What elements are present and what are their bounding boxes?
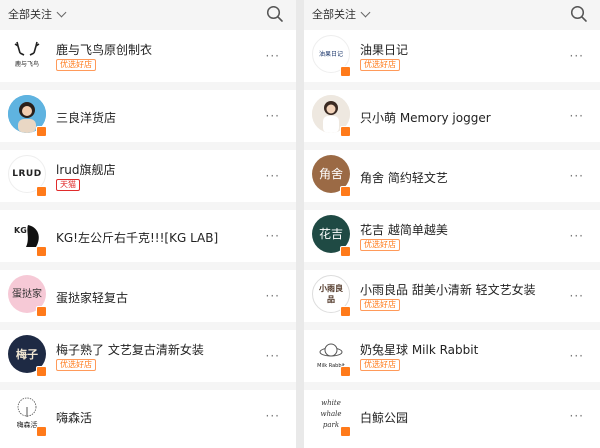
chevron-down-icon xyxy=(56,7,67,17)
shop-name[interactable]: 花吉 越简单越美 xyxy=(360,221,448,238)
shop-row[interactable]: 鹿与飞鸟 鹿与飞鸟原创制衣 优选好店 ··· xyxy=(0,30,296,82)
svg-text:KG: KG xyxy=(14,226,27,235)
shop-row[interactable]: 三良洋货店 ··· xyxy=(0,90,296,142)
shop-name[interactable]: 鹿与飞鸟原创制衣 xyxy=(56,41,152,58)
more-options-icon[interactable]: ··· xyxy=(266,49,280,63)
shop-name[interactable]: 蛋挞家轻复古 xyxy=(56,289,128,306)
left-top-bar: 全部关注 xyxy=(0,0,296,30)
shop-type-badge-icon xyxy=(340,66,351,77)
shop-row[interactable]: KG KG!左公斤右千克!!![KG LAB] ··· xyxy=(0,210,296,262)
avatar-logo-text: 蛋挞家 xyxy=(12,288,42,300)
shop-row[interactable]: 小雨良品 小雨良品 甜美小清新 轻文艺女装 优选好店 ··· xyxy=(304,270,600,322)
more-options-icon[interactable]: ··· xyxy=(570,109,584,123)
more-options-icon[interactable]: ··· xyxy=(570,169,584,183)
shop-row[interactable]: 蛋挞家 蛋挞家轻复古 ··· xyxy=(0,270,296,322)
left-shop-list-panel: 全部关注 鹿与飞鸟 鹿与飞鸟原创制衣 优选好店 ··· 三良洋货店 ··· LR… xyxy=(0,0,296,448)
right-filter-dropdown[interactable]: 全部关注 xyxy=(312,6,371,22)
chevron-down-icon xyxy=(360,7,371,17)
shop-type-badge-icon xyxy=(340,246,351,257)
shop-name[interactable]: KG!左公斤右千克!!![KG LAB] xyxy=(56,229,218,246)
quality-shop-badge: 优选好店 xyxy=(360,359,400,371)
more-options-icon[interactable]: ··· xyxy=(570,349,584,363)
shop-type-badge-icon xyxy=(36,186,47,197)
antlers-logo-icon: 鹿与飞鸟 xyxy=(14,41,40,68)
shop-name[interactable]: 油果日记 xyxy=(360,41,408,58)
more-options-icon[interactable]: ··· xyxy=(570,289,584,303)
avatar-logo-text: 角舍 xyxy=(318,166,343,181)
shop-name[interactable]: 小雨良品 甜美小清新 轻文艺女装 xyxy=(360,281,536,298)
shop-row[interactable]: 角舍 角舍 简约轻文艺 ··· xyxy=(304,150,600,202)
svg-text:嗨森活: 嗨森活 xyxy=(17,420,38,429)
more-options-icon[interactable]: ··· xyxy=(570,49,584,63)
quality-shop-badge: 优选好店 xyxy=(56,359,96,371)
search-icon[interactable] xyxy=(266,5,284,23)
shop-type-badge-icon xyxy=(340,366,351,377)
more-options-icon[interactable]: ··· xyxy=(266,409,280,423)
quality-shop-badge: 优选好店 xyxy=(360,239,400,251)
shop-avatar[interactable]: 鹿与飞鸟 xyxy=(8,35,46,73)
shop-row[interactable]: 梅子 梅子熟了 文艺复古清新女装 优选好店 ··· xyxy=(0,330,296,382)
app-root: 全部关注 鹿与飞鸟 鹿与飞鸟原创制衣 优选好店 ··· 三良洋货店 ··· LR… xyxy=(0,0,600,448)
shop-row[interactable]: 油果日记 油果日记 优选好店 ··· xyxy=(304,30,600,82)
tmall-badge: 天猫 xyxy=(56,179,80,191)
more-options-icon[interactable]: ··· xyxy=(570,409,584,423)
shop-type-badge-icon xyxy=(36,246,47,257)
shop-name[interactable]: 梅子熟了 文艺复古清新女装 xyxy=(56,341,204,358)
shop-row[interactable]: white whale park 白鲸公园 ··· xyxy=(304,390,600,448)
avatar-logo-text: 梅子 xyxy=(16,347,38,361)
shop-name[interactable]: 角舍 简约轻文艺 xyxy=(360,169,448,186)
quality-shop-badge: 优选好店 xyxy=(56,59,96,71)
left-filter-dropdown[interactable]: 全部关注 xyxy=(8,6,67,22)
more-options-icon[interactable]: ··· xyxy=(266,229,280,243)
avatar-logo-text: 花吉 xyxy=(318,226,343,241)
shop-type-badge-icon xyxy=(36,426,47,437)
shop-name[interactable]: 只小萌 Memory jogger xyxy=(360,109,491,126)
right-shop-list-panel: 全部关注 油果日记 油果日记 优选好店 ··· 只小萌 Memory jogge… xyxy=(304,0,600,448)
shop-type-badge-icon xyxy=(340,186,351,197)
more-options-icon[interactable]: ··· xyxy=(266,109,280,123)
more-options-icon[interactable]: ··· xyxy=(266,169,280,183)
shop-name[interactable]: 白鲸公园 xyxy=(360,409,408,426)
more-options-icon[interactable]: ··· xyxy=(570,229,584,243)
shop-row[interactable]: 嗨森活 嗨森活 ··· xyxy=(0,390,296,448)
shop-row[interactable]: LRUD lrud旗舰店 天猫 ··· xyxy=(0,150,296,202)
avatar-logo-text: 油果日记 xyxy=(318,50,343,58)
more-options-icon[interactable]: ··· xyxy=(266,289,280,303)
avatar-logo-text: LRUD xyxy=(12,168,42,179)
quality-shop-badge: 优选好店 xyxy=(360,59,400,71)
search-icon[interactable] xyxy=(570,5,588,23)
shop-type-badge-icon xyxy=(36,126,47,137)
shop-row[interactable]: 花吉 花吉 越简单越美 优选好店 ··· xyxy=(304,210,600,262)
shop-name[interactable]: 奶兔星球 Milk Rabbit xyxy=(360,341,478,358)
shop-type-badge-icon xyxy=(340,306,351,317)
quality-shop-badge: 优选好店 xyxy=(360,299,400,311)
shop-name[interactable]: lrud旗舰店 xyxy=(56,161,116,178)
shop-type-badge-icon xyxy=(340,126,351,137)
shop-name[interactable]: 嗨森活 xyxy=(56,409,92,426)
svg-text:鹿与飞鸟: 鹿与飞鸟 xyxy=(15,60,39,68)
shop-row[interactable]: 只小萌 Memory jogger ··· xyxy=(304,90,600,142)
filter-label: 全部关注 xyxy=(8,8,52,21)
shop-name[interactable]: 三良洋货店 xyxy=(56,109,116,126)
shop-row[interactable]: Milk Rabbit 奶兔星球 Milk Rabbit 优选好店 ··· xyxy=(304,330,600,382)
shop-type-badge-icon xyxy=(36,366,47,377)
right-top-bar: 全部关注 xyxy=(304,0,600,30)
filter-label: 全部关注 xyxy=(312,8,356,21)
avatar-logo-text: 小雨良品 xyxy=(319,284,343,304)
shop-type-badge-icon xyxy=(36,306,47,317)
shop-type-badge-icon xyxy=(340,426,351,437)
more-options-icon[interactable]: ··· xyxy=(266,349,280,363)
